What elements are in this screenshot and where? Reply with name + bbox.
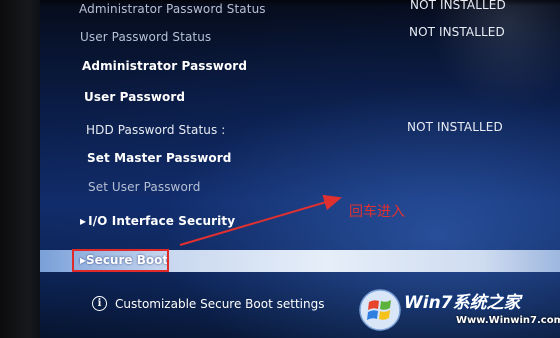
help-text: Customizable Secure Boot settings [115, 296, 325, 311]
watermark: Win7系统之家 Www.Winwin7.com [358, 286, 560, 336]
annotation-text: 回车进入 [349, 204, 405, 220]
help-row: i Customizable Secure Boot settings [92, 296, 324, 311]
windows-logo-icon [359, 289, 401, 331]
watermark-url: Www.Winwin7.com [456, 315, 560, 326]
watermark-title: Win7系统之家 [404, 293, 521, 313]
info-icon: i [92, 296, 107, 311]
